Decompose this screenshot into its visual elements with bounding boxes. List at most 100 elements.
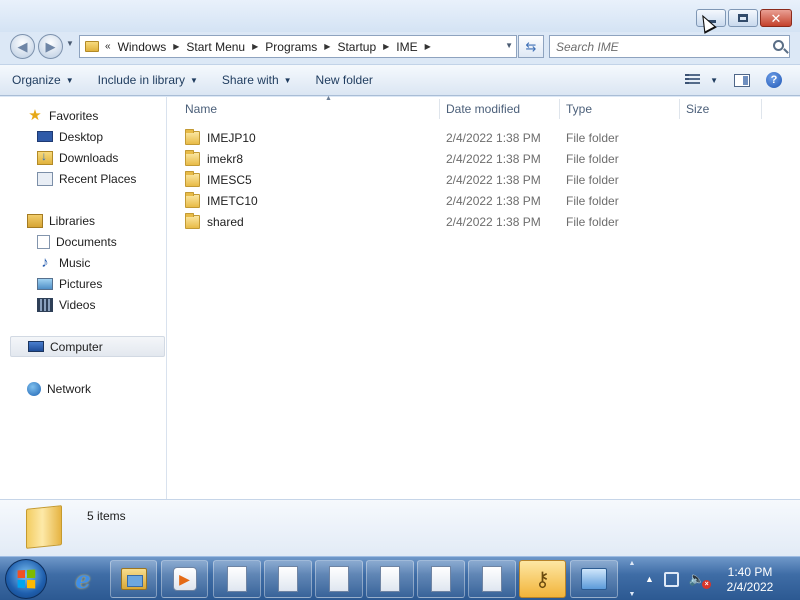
taskbar-document[interactable] <box>366 560 414 598</box>
document-icon <box>380 566 400 592</box>
internet-explorer-icon: e <box>75 564 91 594</box>
taskbar-document[interactable] <box>264 560 312 598</box>
date-modified-cell: 2/4/2022 1:38 PM <box>446 214 541 229</box>
change-view-button[interactable]: ▼ <box>685 74 718 86</box>
new-folder-label: New folder <box>315 73 373 87</box>
help-icon[interactable]: ? <box>766 72 782 88</box>
date-modified-cell: 2/4/2022 1:38 PM <box>446 193 541 208</box>
nav-label: Documents <box>56 234 117 249</box>
start-button[interactable] <box>5 559 47 599</box>
breadcrumb: Windows ▶ Start Menu ▶ Programs ▶ Startup ▶ … <box>114 40 434 54</box>
taskbar: e ▶ ⚷ ▲ ▼ ▲ 🔈 × 1:40 PM 2/4/2022 <box>0 556 800 600</box>
show-hidden-icons-icon[interactable]: ▲ <box>645 574 654 584</box>
breadcrumb-item[interactable]: IME <box>392 40 421 54</box>
nav-computer[interactable]: Computer <box>10 336 165 357</box>
column-header-size[interactable]: Size <box>686 97 761 121</box>
breadcrumb-item[interactable]: Windows <box>114 40 171 54</box>
file-name: IMESC5 <box>207 172 252 187</box>
media-player-icon: ▶ <box>172 567 197 591</box>
close-icon: ✕ <box>770 10 782 26</box>
forward-button[interactable]: ▶ <box>38 34 63 59</box>
nav-label: Desktop <box>59 129 104 144</box>
column-header-date-modified[interactable]: Date modified <box>446 97 559 121</box>
organize-label: Organize <box>12 73 61 87</box>
taskbar-document[interactable] <box>468 560 516 598</box>
taskbar-keys-app[interactable]: ⚷ <box>519 560 566 598</box>
taskbar-internet-explorer[interactable]: e <box>58 560 108 598</box>
network-status-icon[interactable] <box>663 571 679 587</box>
table-row[interactable]: imekr8 2/4/2022 1:38 PM File folder <box>167 148 800 169</box>
maximize-button[interactable] <box>728 9 758 27</box>
date-modified-cell: 2/4/2022 1:38 PM <box>446 151 541 166</box>
table-row[interactable]: IMESC5 2/4/2022 1:38 PM File folder <box>167 169 800 190</box>
taskbar-media-player[interactable]: ▶ <box>161 560 208 598</box>
videos-icon <box>37 297 53 312</box>
table-row[interactable]: shared 2/4/2022 1:38 PM File folder <box>167 211 800 232</box>
column-header-type[interactable]: Type <box>566 97 679 121</box>
column-divider[interactable] <box>761 99 762 119</box>
breadcrumb-item[interactable]: Programs <box>261 40 321 54</box>
document-icon <box>482 566 502 592</box>
date-modified-cell: 2/4/2022 1:38 PM <box>446 130 541 145</box>
windows-logo-icon <box>17 569 36 589</box>
refresh-button[interactable]: ⇆ <box>518 35 544 58</box>
title-bar[interactable]: ✕ <box>0 0 800 32</box>
column-divider[interactable] <box>439 99 440 119</box>
folder-icon <box>185 128 200 145</box>
search-icon[interactable] <box>773 40 784 51</box>
search-box[interactable] <box>549 35 790 58</box>
pictures-icon <box>37 277 53 290</box>
breadcrumb-arrow-icon[interactable]: ▶ <box>321 42 333 51</box>
close-button[interactable]: ✕ <box>760 9 792 27</box>
document-icon <box>278 566 298 592</box>
clock-date: 2/4/2022 <box>726 580 774 594</box>
column-divider[interactable] <box>559 99 560 119</box>
view-controls: ▼ ? <box>685 65 782 95</box>
column-header-name[interactable]: Name ▲ <box>185 95 439 121</box>
breadcrumb-item[interactable]: Start Menu <box>182 40 249 54</box>
table-row[interactable]: IMETC10 2/4/2022 1:38 PM File folder <box>167 190 800 211</box>
address-bar[interactable]: « Windows ▶ Start Menu ▶ Programs ▶ Startup… <box>79 35 517 58</box>
file-list: Name ▲ Date modified Type Size IMEJP10 2… <box>167 95 800 499</box>
taskbar-document[interactable] <box>213 560 261 598</box>
breadcrumb-arrow-icon[interactable]: ▶ <box>422 42 434 51</box>
volume-muted-icon[interactable]: 🔈 × <box>689 571 712 589</box>
breadcrumb-arrow-icon[interactable]: ▶ <box>170 42 182 51</box>
address-overflow[interactable]: « <box>105 41 114 52</box>
taskbar-control-panel[interactable] <box>570 560 618 598</box>
organize-button[interactable]: Organize ▼ <box>0 65 86 95</box>
type-cell: File folder <box>566 214 619 229</box>
address-dropdown-icon[interactable]: ▼ <box>505 41 513 50</box>
breadcrumb-item[interactable]: Startup <box>333 40 380 54</box>
dropdown-arrow-icon: ▼ <box>283 75 292 85</box>
breadcrumb-arrow-icon[interactable]: ▶ <box>380 42 392 51</box>
share-with-button[interactable]: Share with ▼ <box>210 65 304 95</box>
back-button[interactable]: ◀ <box>10 34 35 59</box>
table-row[interactable]: IMEJP10 2/4/2022 1:38 PM File folder <box>167 127 800 148</box>
file-name: imekr8 <box>207 151 244 166</box>
column-divider[interactable] <box>679 99 680 119</box>
preview-pane-icon[interactable] <box>734 73 750 87</box>
file-name-cell: IMETC10 <box>185 190 258 211</box>
breadcrumb-arrow-icon[interactable]: ▶ <box>249 42 261 51</box>
column-label: Name <box>185 102 218 116</box>
scroll-up-icon[interactable]: ▲ <box>629 560 636 567</box>
taskbar-windows-explorer[interactable] <box>110 560 157 598</box>
item-count: 5 items <box>87 509 126 523</box>
nav-label: Favorites <box>49 108 99 123</box>
clock[interactable]: 1:40 PM 2/4/2022 <box>710 565 790 595</box>
forward-arrow-icon: ▶ <box>45 38 56 54</box>
nav-label: Videos <box>59 297 96 312</box>
include-in-library-button[interactable]: Include in library ▼ <box>86 65 210 95</box>
search-input[interactable] <box>550 36 760 57</box>
keys-icon: ⚷ <box>535 568 550 591</box>
folder-icon <box>185 170 200 187</box>
taskbar-document[interactable] <box>315 560 363 598</box>
taskbar-document[interactable] <box>417 560 465 598</box>
recent-pages-dropdown[interactable]: ▼ <box>66 39 74 48</box>
column-label: Size <box>686 102 710 116</box>
type-cell: File folder <box>566 193 619 208</box>
taskbar-scroll[interactable]: ▲ ▼ <box>626 560 638 598</box>
new-folder-button[interactable]: New folder <box>304 65 385 95</box>
scroll-down-icon[interactable]: ▼ <box>629 591 636 598</box>
